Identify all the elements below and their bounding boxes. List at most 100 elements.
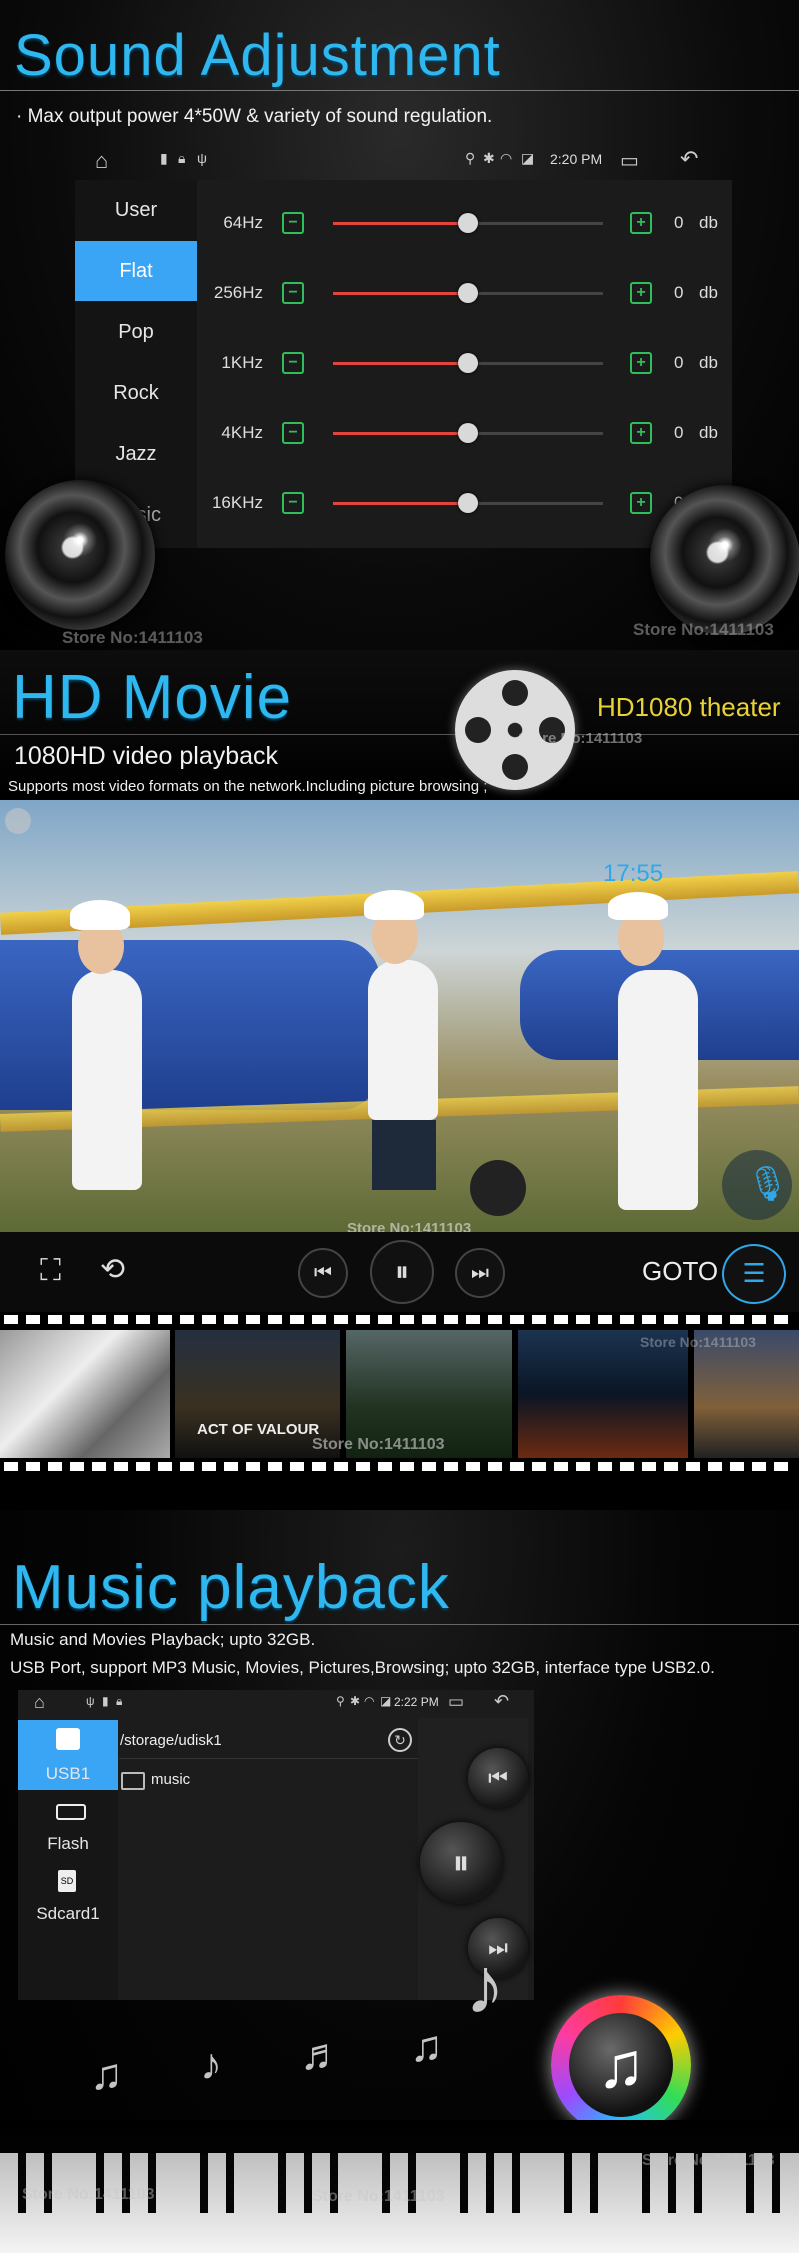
- plus-icon[interactable]: +: [630, 492, 652, 514]
- perforation: [268, 1315, 282, 1324]
- perforation: [664, 1462, 678, 1471]
- band-unit: db: [699, 353, 718, 372]
- plus-icon[interactable]: +: [630, 212, 652, 234]
- lock-icon: 🔒︎: [116, 1694, 123, 1708]
- sd-card-icon: ▮: [102, 1694, 109, 1708]
- minus-icon[interactable]: −: [282, 282, 304, 304]
- source-sdcard1[interactable]: SD Sdcard1: [18, 1860, 118, 1930]
- minus-icon[interactable]: −: [282, 352, 304, 374]
- perforation: [554, 1315, 568, 1324]
- home-icon[interactable]: ⌂: [34, 1692, 45, 1713]
- back-icon[interactable]: ↶: [494, 1691, 509, 1712]
- perforation: [378, 1315, 392, 1324]
- band-label: 4KHz: [221, 423, 263, 442]
- perforation: [466, 1315, 480, 1324]
- minus-icon[interactable]: −: [282, 212, 304, 234]
- wifi-icon: ◠: [364, 1694, 375, 1708]
- music-note-icon: ♪: [465, 1941, 505, 2030]
- perforation: [180, 1462, 194, 1471]
- perforation: [114, 1315, 128, 1324]
- source-label: Flash: [47, 1834, 89, 1853]
- microphone-icon[interactable]: 🎙︎: [722, 1150, 792, 1220]
- perforation: [400, 1315, 414, 1324]
- repeat-icon[interactable]: ⟲: [100, 1252, 125, 1287]
- music-note-icon: ♫: [90, 2050, 123, 2099]
- bluetooth-icon: ✱: [350, 1694, 361, 1708]
- minus-icon[interactable]: −: [282, 422, 304, 444]
- perforation: [4, 1462, 18, 1471]
- band-slider[interactable]: [333, 283, 603, 303]
- perforation: [158, 1315, 172, 1324]
- band-fill: [333, 362, 468, 365]
- watermark: Store No:1411103: [518, 730, 643, 747]
- slider-knob[interactable]: [458, 283, 478, 303]
- source-flash[interactable]: Flash: [18, 1790, 118, 1860]
- perforation: [708, 1462, 722, 1471]
- perforation: [708, 1315, 722, 1324]
- music-note-icon: ♪: [200, 2040, 222, 2089]
- plus-icon[interactable]: +: [630, 422, 652, 444]
- slider-knob[interactable]: [458, 213, 478, 233]
- perforation: [202, 1315, 216, 1324]
- perforation: [774, 1315, 788, 1324]
- watermark: Store No:1411103: [633, 620, 774, 639]
- perforation: [532, 1462, 546, 1471]
- perforation: [488, 1462, 502, 1471]
- video-frame[interactable]: 17:55 🎙︎ Store No:1411103: [0, 800, 799, 1232]
- slider-knob[interactable]: [458, 423, 478, 443]
- band-fill: [333, 502, 468, 505]
- music-title: Music playback: [12, 1553, 450, 1622]
- perforation: [686, 1462, 700, 1471]
- watermark: Store No:1411103: [312, 1436, 445, 1453]
- path-divider: [119, 1758, 419, 1759]
- band-slider[interactable]: [333, 423, 603, 443]
- perforation: [92, 1315, 106, 1324]
- plus-icon[interactable]: +: [630, 282, 652, 304]
- movie-thumbnail[interactable]: [0, 1330, 170, 1458]
- minus-icon[interactable]: −: [282, 492, 304, 514]
- pause-icon[interactable]: ⏸︎: [420, 1822, 502, 1904]
- perforation: [312, 1462, 326, 1471]
- plus-icon[interactable]: +: [630, 352, 652, 374]
- folder-row[interactable]: music: [119, 1764, 419, 1798]
- previous-icon[interactable]: ⏮︎: [298, 1248, 348, 1298]
- perforation: [532, 1315, 546, 1324]
- band-label: 16KHz: [211, 493, 263, 512]
- movie-subtitle: Supports most video formats on the netwo…: [8, 778, 488, 795]
- perforation: [598, 1462, 612, 1471]
- band-value: 0: [674, 353, 684, 372]
- band-label: 256Hz: [213, 283, 263, 302]
- refresh-icon[interactable]: ↻: [388, 1728, 412, 1752]
- fullscreen-icon[interactable]: ⛶: [40, 1254, 61, 1288]
- folder-name: music: [151, 1771, 191, 1788]
- pause-icon[interactable]: ⏸︎: [370, 1240, 434, 1304]
- source-list: USB1 Flash SD Sdcard1: [18, 1720, 118, 2000]
- slider-knob[interactable]: [458, 353, 478, 373]
- goto-button[interactable]: GOTO: [642, 1256, 718, 1287]
- perforation: [268, 1462, 282, 1471]
- thumbnail-title: ACT OF VALOUR: [197, 1421, 320, 1438]
- slider-knob[interactable]: [458, 493, 478, 513]
- music-line-2: USB Port, support MP3 Music, Movies, Pic…: [10, 1658, 715, 1677]
- next-icon[interactable]: ⏭︎: [455, 1248, 505, 1298]
- perforation: [224, 1315, 238, 1324]
- menu-dot-icon[interactable]: [5, 808, 31, 834]
- band-slider[interactable]: [333, 353, 603, 373]
- watermark: Store No:1411103: [640, 1334, 756, 1350]
- recent-apps-icon[interactable]: ▭: [448, 1692, 464, 1712]
- speaker-right-icon: [650, 485, 799, 635]
- band-value: 0: [674, 283, 684, 302]
- perforation: [642, 1462, 656, 1471]
- perforation: [554, 1462, 568, 1471]
- perforation: [422, 1462, 436, 1471]
- sd-card-icon: SD: [58, 1870, 76, 1892]
- previous-track-icon[interactable]: ⏮︎: [468, 1748, 528, 1808]
- perforation: [620, 1315, 634, 1324]
- band-slider[interactable]: [333, 493, 603, 513]
- band-slider[interactable]: [333, 213, 603, 233]
- perforation: [576, 1315, 590, 1324]
- perforation: [48, 1315, 62, 1324]
- playlist-icon[interactable]: ☰: [722, 1244, 786, 1304]
- movie-title: HD Movie: [12, 663, 293, 732]
- source-usb1[interactable]: USB1: [18, 1720, 118, 1790]
